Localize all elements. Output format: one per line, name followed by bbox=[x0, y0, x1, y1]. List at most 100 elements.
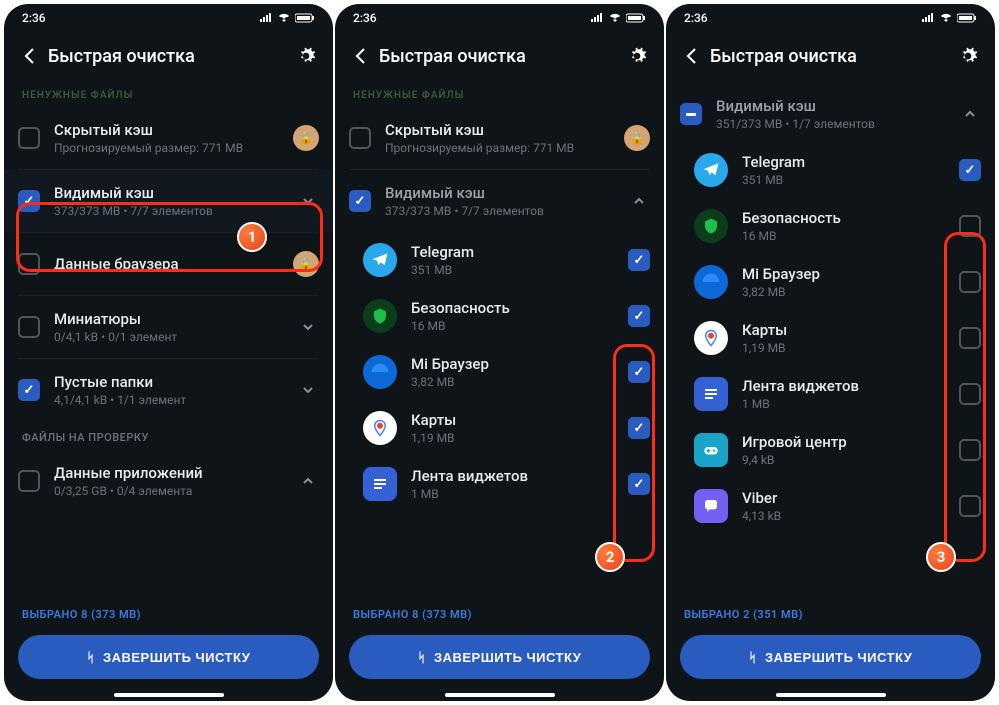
row-hidden-cache[interactable]: Скрытый кэш Прогнозируемый размер: 771 M… bbox=[335, 107, 664, 169]
checkbox-appdata[interactable] bbox=[18, 470, 40, 492]
app-size: 4,13 kB bbox=[742, 509, 945, 523]
wifi-icon bbox=[939, 13, 953, 23]
checkbox-app[interactable] bbox=[959, 439, 981, 461]
finish-label: ЗАВЕРШИТЬ ЧИСТКУ bbox=[765, 650, 912, 665]
content-area: Видимый кэш 351/373 MB • 1/7 элементов T… bbox=[666, 80, 995, 598]
row-sub: Прогнозируемый размер: 771 MB bbox=[385, 141, 610, 155]
status-bar: 2:36 bbox=[4, 4, 333, 32]
status-icons bbox=[921, 13, 977, 23]
app-header: Быстрая очистка bbox=[335, 32, 664, 80]
app-name: Telegram bbox=[742, 153, 945, 171]
row-visible-cache[interactable]: Видимый кэш 373/373 MB • 7/7 элементов bbox=[4, 170, 333, 232]
phone-1: 2:36 Быстрая очистка НЕНУЖНЫЕ ФАЙЛЫ Скры… bbox=[4, 4, 333, 701]
app-row-telegram[interactable]: Telegram351 MB bbox=[666, 142, 995, 198]
row-title: Данные браузера bbox=[54, 255, 279, 273]
row-title: Данные приложений bbox=[54, 464, 283, 482]
checkbox-hidden[interactable] bbox=[18, 127, 40, 149]
settings-button[interactable] bbox=[951, 39, 985, 73]
back-button[interactable] bbox=[345, 39, 379, 73]
finish-button[interactable]: ᛋ ЗАВЕРШИТЬ ЧИСТКУ bbox=[680, 635, 981, 679]
content-area: НЕНУЖНЫЕ ФАЙЛЫ Скрытый кэш Прогнозируемы… bbox=[4, 80, 333, 598]
status-time: 2:36 bbox=[684, 11, 708, 25]
app-row-mi-browser[interactable]: Mi Браузер3,82 MB bbox=[666, 254, 995, 310]
row-title: Скрытый кэш bbox=[385, 121, 610, 139]
battery-icon bbox=[957, 13, 977, 23]
row-empty-folders[interactable]: Пустые папки 4,1/4,1 kB • 1/1 элемент bbox=[4, 359, 333, 421]
checkbox-visible[interactable] bbox=[349, 190, 371, 212]
widget-feed-icon bbox=[694, 377, 728, 411]
row-visible-cache[interactable]: Видимый кэш 373/373 MB • 7/7 элементов bbox=[335, 170, 664, 232]
status-bar: 2:36 bbox=[666, 4, 995, 32]
app-name: Viber bbox=[742, 489, 945, 507]
app-row-security[interactable]: Безопасность16 MB bbox=[335, 288, 664, 344]
chevron-up-icon bbox=[628, 195, 650, 207]
app-name: Telegram bbox=[411, 243, 614, 261]
signal-icon bbox=[921, 13, 935, 23]
finish-button[interactable]: ᛋ ЗАВЕРШИТЬ ЧИСТКУ bbox=[349, 635, 650, 679]
viber-icon bbox=[694, 489, 728, 523]
app-row-viber[interactable]: Viber 4,13 kB bbox=[666, 478, 995, 534]
mi-browser-icon bbox=[363, 355, 397, 389]
annotation-badge-1: 1 bbox=[237, 222, 267, 252]
status-bar: 2:36 bbox=[335, 4, 664, 32]
back-button[interactable] bbox=[676, 39, 710, 73]
finish-label: ЗАВЕРШИТЬ ЧИСТКУ bbox=[434, 650, 581, 665]
checkbox-app[interactable] bbox=[959, 271, 981, 293]
widget-feed-icon bbox=[363, 467, 397, 501]
row-visible-cache[interactable]: Видимый кэш 351/373 MB • 1/7 элементов bbox=[666, 80, 995, 142]
row-sub: Прогнозируемый размер: 771 MB bbox=[54, 141, 279, 155]
finish-button[interactable]: ᛋ ЗАВЕРШИТЬ ЧИСТКУ bbox=[18, 635, 319, 679]
app-row-maps[interactable]: Карты1,19 MB bbox=[335, 400, 664, 456]
checkbox-thumbs[interactable] bbox=[18, 316, 40, 338]
app-row-maps[interactable]: Карты1,19 MB bbox=[666, 310, 995, 366]
chevron-down-icon bbox=[297, 195, 319, 207]
app-name: Безопасность bbox=[411, 299, 614, 317]
app-row-telegram[interactable]: Telegram351 MB bbox=[335, 232, 664, 288]
checkbox-app[interactable] bbox=[628, 305, 650, 327]
app-size: 16 MB bbox=[742, 229, 945, 243]
app-name: Mi Браузер bbox=[411, 355, 614, 373]
selected-summary: ВЫБРАНО 8 (373 MB) bbox=[4, 598, 333, 627]
checkbox-app[interactable] bbox=[628, 473, 650, 495]
status-time: 2:36 bbox=[353, 11, 377, 25]
page-title: Быстрая очистка bbox=[379, 46, 620, 67]
status-icons bbox=[590, 13, 646, 23]
phone-3: 2:36 Быстрая очистка Видимый кэш 351/373… bbox=[666, 4, 995, 701]
row-title: Видимый кэш bbox=[716, 97, 945, 115]
wifi-icon bbox=[277, 13, 291, 23]
content-area: НЕНУЖНЫЕ ФАЙЛЫ Скрытый кэш Прогнозируемы… bbox=[335, 80, 664, 598]
row-browser-data[interactable]: Данные браузера 🔒 bbox=[4, 233, 333, 295]
checkbox-app[interactable] bbox=[628, 249, 650, 271]
back-icon bbox=[683, 46, 703, 66]
checkbox-browser[interactable] bbox=[18, 253, 40, 275]
row-title: Пустые папки bbox=[54, 373, 283, 391]
battery-icon bbox=[295, 13, 315, 23]
back-icon bbox=[352, 46, 372, 66]
settings-button[interactable] bbox=[289, 39, 323, 73]
checkbox-app[interactable] bbox=[959, 495, 981, 517]
checkbox-visible[interactable] bbox=[18, 190, 40, 212]
row-thumbnails[interactable]: Миниатюры 0/4,1 kB • 0/1 элемент bbox=[4, 296, 333, 358]
checkbox-app[interactable] bbox=[959, 215, 981, 237]
checkbox-app[interactable] bbox=[959, 383, 981, 405]
back-button[interactable] bbox=[14, 39, 48, 73]
checkbox-visible-indeterminate[interactable] bbox=[680, 103, 702, 125]
app-row-mi-browser[interactable]: Mi Браузер3,82 MB bbox=[335, 344, 664, 400]
app-row-widget-feed[interactable]: Лента виджетов1 MB bbox=[666, 366, 995, 422]
checkbox-app[interactable] bbox=[959, 327, 981, 349]
app-row-widget-feed[interactable]: Лента виджетов1 MB bbox=[335, 456, 664, 512]
broom-icon: ᛋ bbox=[749, 650, 757, 665]
app-row-game-center[interactable]: Игровой центр9,4 kB bbox=[666, 422, 995, 478]
broom-icon: ᛋ bbox=[87, 650, 95, 665]
row-app-data[interactable]: Данные приложений 0/3,25 GB • 0/4 элемен… bbox=[4, 450, 333, 512]
settings-button[interactable] bbox=[620, 39, 654, 73]
checkbox-app[interactable] bbox=[628, 417, 650, 439]
page-title: Быстрая очистка bbox=[48, 46, 289, 67]
checkbox-app[interactable] bbox=[959, 159, 981, 181]
security-icon bbox=[694, 209, 728, 243]
checkbox-empty[interactable] bbox=[18, 379, 40, 401]
row-hidden-cache[interactable]: Скрытый кэш Прогнозируемый размер: 771 M… bbox=[4, 107, 333, 169]
checkbox-hidden[interactable] bbox=[349, 127, 371, 149]
app-row-security[interactable]: Безопасность16 MB bbox=[666, 198, 995, 254]
checkbox-app[interactable] bbox=[628, 361, 650, 383]
